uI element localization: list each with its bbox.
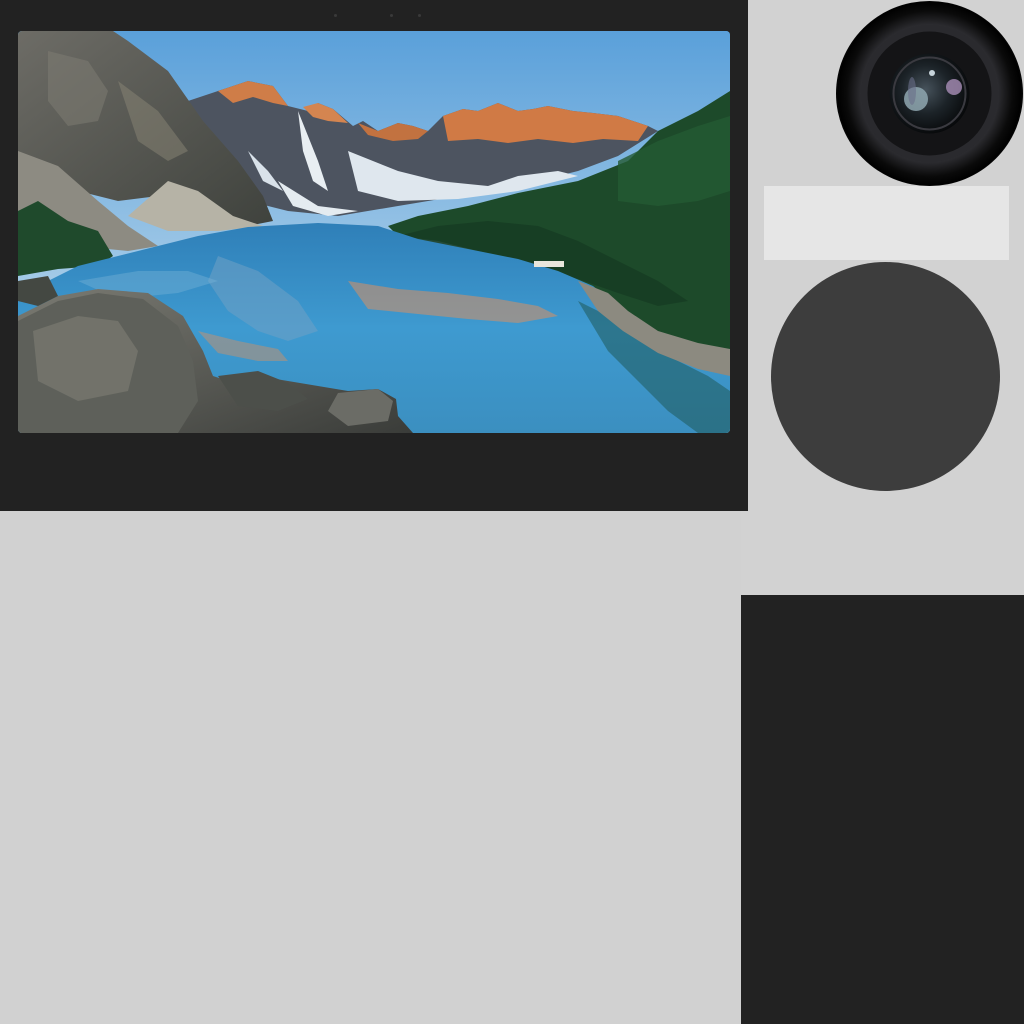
sensor-dot [334,14,337,17]
camera-lens-icon [836,1,1023,186]
wallpaper-image [18,31,730,433]
display-screen[interactable] [18,31,730,433]
round-button[interactable] [771,262,1000,491]
device-mockup-page [0,0,1024,1024]
device-front-panel [0,0,748,511]
device-side-panel [741,595,1024,1024]
sensor-dot [418,14,421,17]
dock [534,261,564,267]
sensor-dot [390,14,393,17]
background-surface [0,511,741,1024]
sensor-dots [330,14,430,18]
label-plate [764,186,1009,260]
